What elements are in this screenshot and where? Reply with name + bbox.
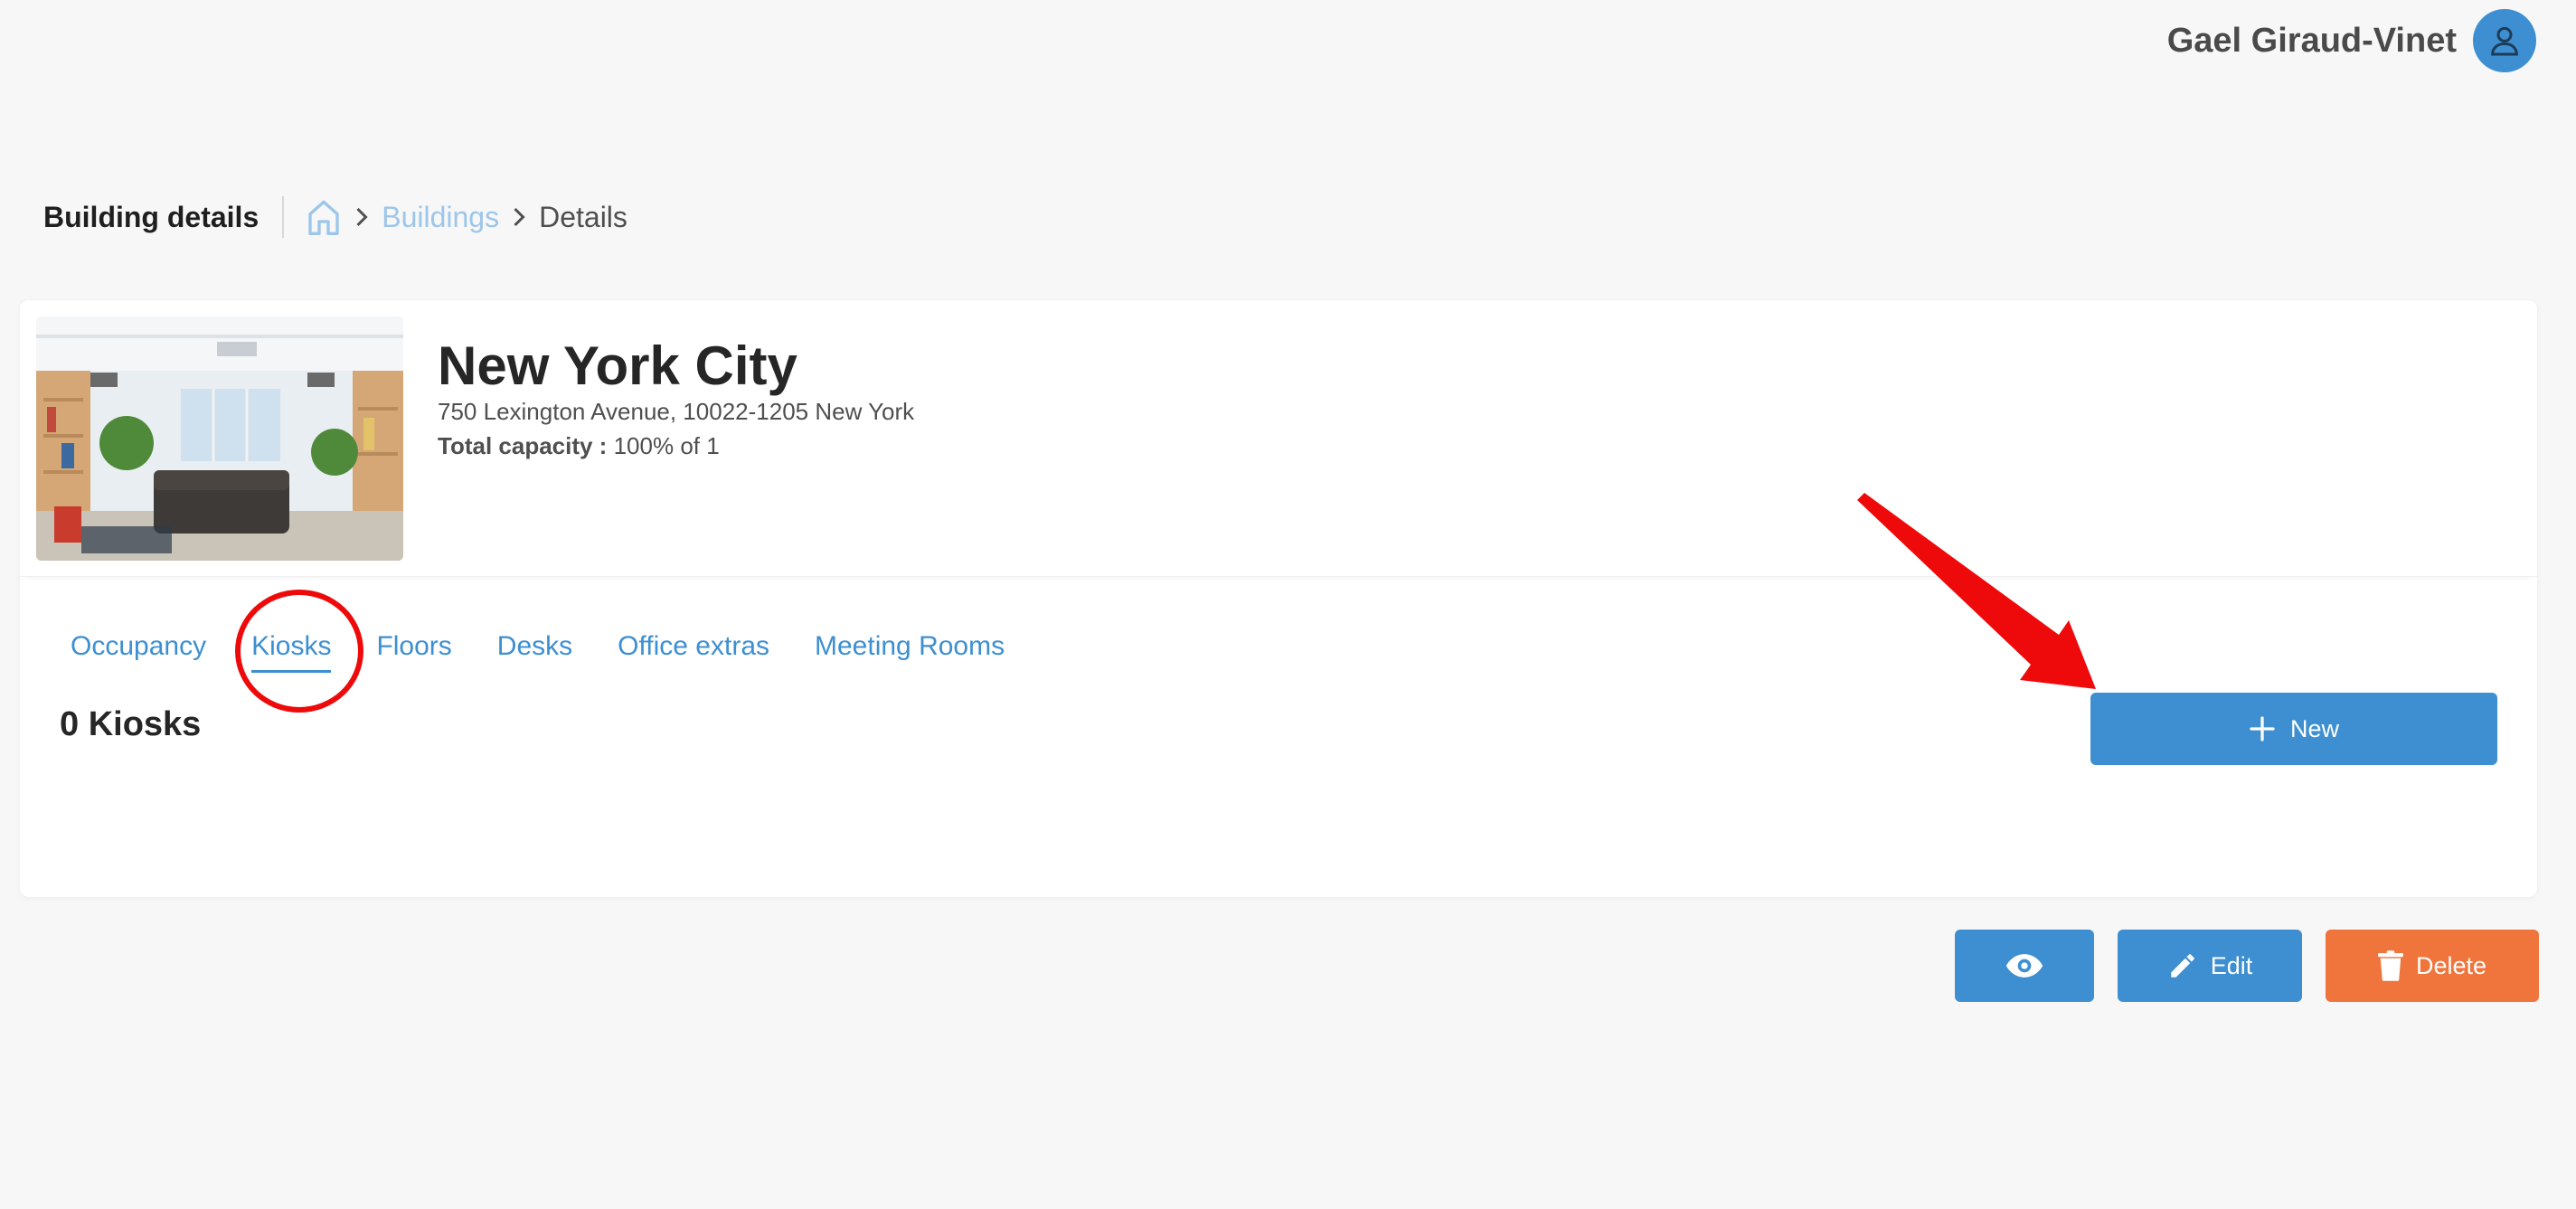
view-button[interactable] (1955, 930, 2094, 1002)
user-icon (2491, 26, 2518, 56)
building-capacity: Total capacity : 100% of 1 (438, 432, 720, 460)
tab-office-extras[interactable]: Office extras (618, 622, 769, 675)
eye-icon (2005, 954, 2043, 978)
edit-button[interactable]: Edit (2118, 930, 2302, 1002)
edit-label: Edit (2210, 951, 2253, 979)
tab-desks[interactable]: Desks (497, 622, 572, 675)
breadcrumb-details: Details (539, 200, 627, 233)
delete-label: Delete (2415, 951, 2487, 979)
chevron-right-icon (512, 206, 526, 228)
building-info: New York City 750 Lexington Avenue, 1002… (20, 300, 2537, 577)
new-button-label: New (2289, 714, 2339, 742)
building-photo (36, 316, 403, 561)
building-name: New York City (438, 335, 797, 396)
pencil-icon (2170, 954, 2194, 978)
user-name[interactable]: Gael Giraud-Vinet (2167, 22, 2457, 61)
avatar[interactable] (2473, 9, 2536, 72)
building-card: New York City 750 Lexington Avenue, 1002… (20, 300, 2537, 897)
tab-meeting-rooms[interactable]: Meeting Rooms (815, 622, 1005, 675)
capacity-value: 100% of 1 (613, 432, 720, 459)
breadcrumb: Buildings Details (306, 197, 627, 237)
tab-bar: Occupancy Kiosks Floors Desks Office ext… (71, 622, 1050, 675)
kiosk-count: 0 Kiosks (60, 705, 202, 743)
tab-occupancy[interactable]: Occupancy (71, 622, 206, 675)
new-kiosk-button[interactable]: New (2090, 693, 2497, 765)
chevron-right-icon (354, 206, 369, 228)
action-bar: Edit Delete (1955, 930, 2539, 1002)
home-icon[interactable] (306, 197, 342, 237)
page: Gael Giraud-Vinet Building details Build… (0, 0, 2576, 1209)
tab-kiosks[interactable]: Kiosks (251, 622, 332, 675)
plus-icon (2250, 716, 2275, 741)
header-divider (282, 196, 285, 238)
delete-button[interactable]: Delete (2326, 930, 2539, 1002)
building-address: 750 Lexington Avenue, 10022-1205 New Yor… (438, 398, 915, 425)
trash-icon (2377, 950, 2403, 981)
capacity-label: Total capacity : (438, 432, 608, 459)
page-header: Building details Buildings Details (43, 194, 627, 241)
breadcrumb-buildings[interactable]: Buildings (382, 201, 499, 234)
user-menu[interactable]: Gael Giraud-Vinet (2167, 9, 2536, 72)
page-title: Building details (43, 200, 259, 233)
tab-floors[interactable]: Floors (376, 622, 451, 675)
